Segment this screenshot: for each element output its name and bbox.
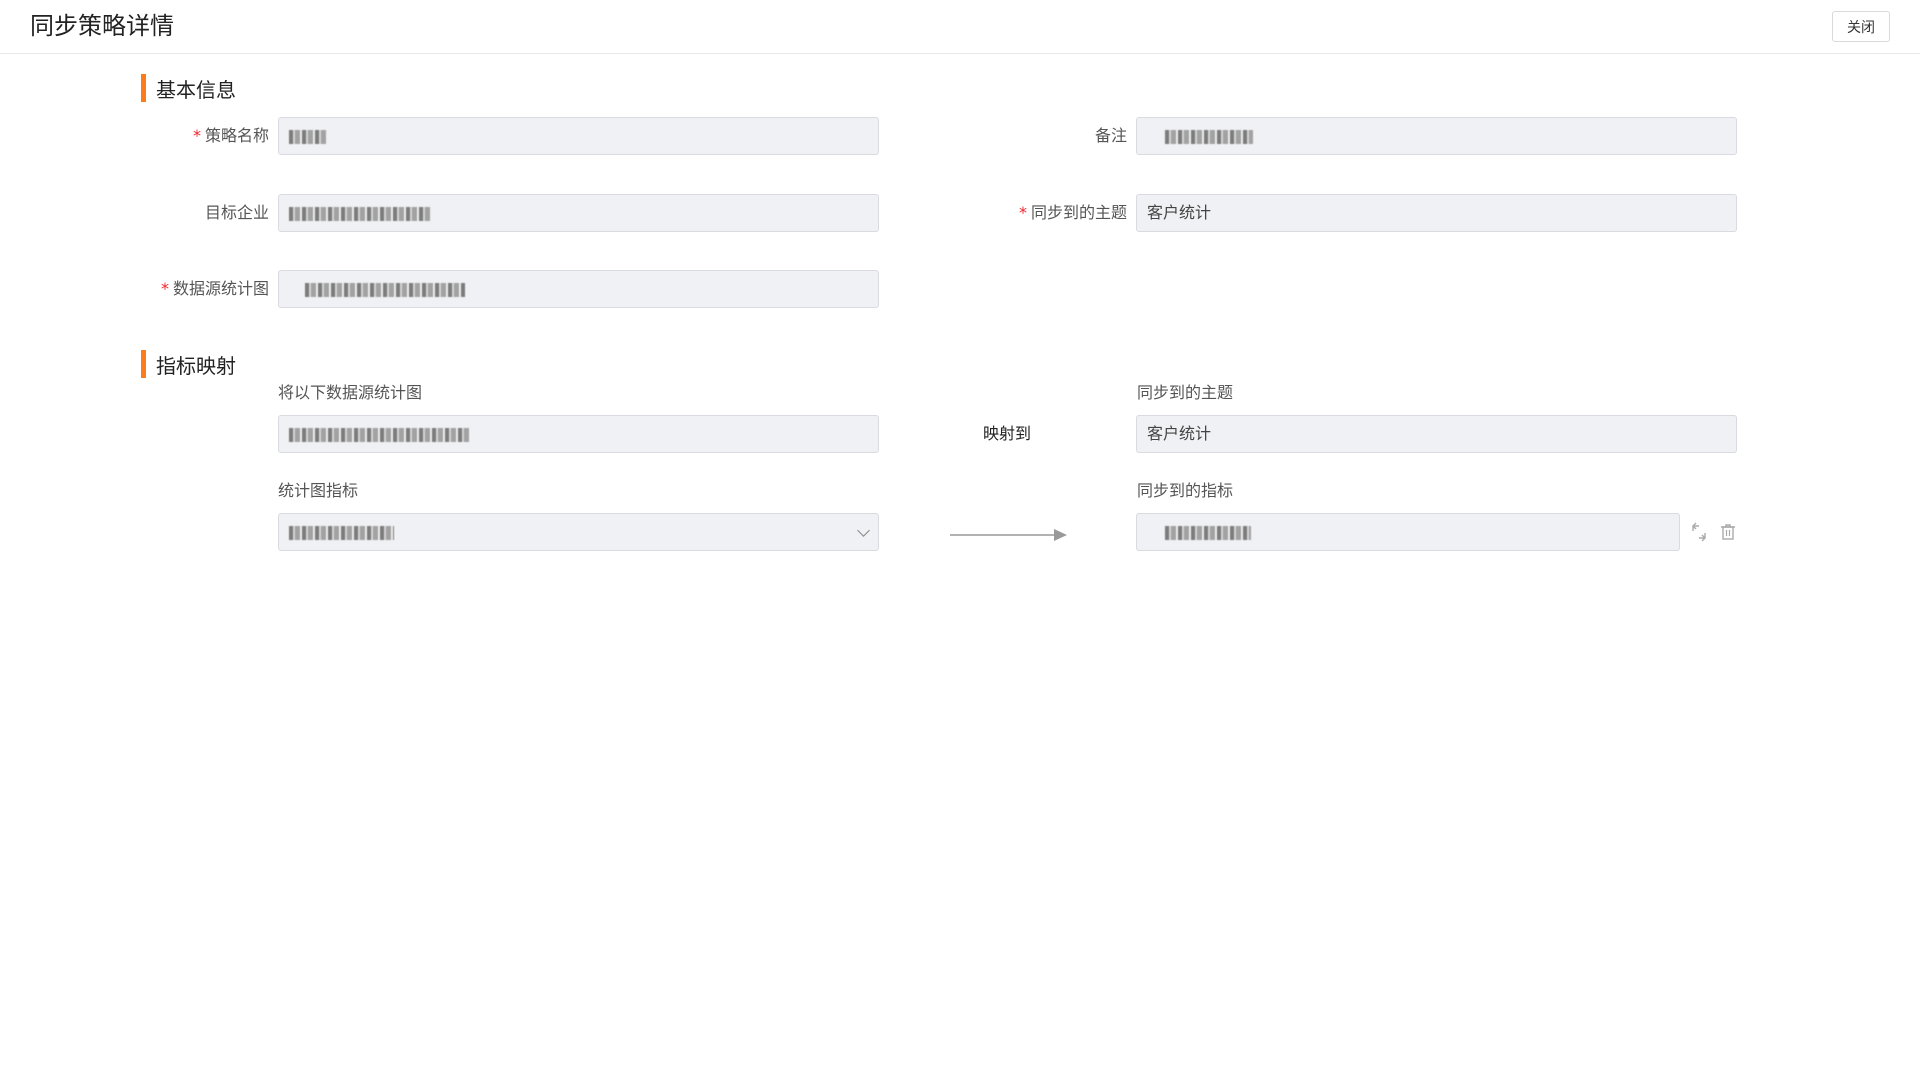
remark-label: 备注 — [1094, 126, 1127, 145]
data-source-chart-input[interactable] — [278, 270, 879, 308]
page-title: 同步策略详情 — [30, 12, 174, 40]
page-header: 同步策略详情 关闭 — [0, 0, 1920, 54]
required-mark: * — [192, 126, 201, 145]
target-company-input[interactable] — [278, 194, 879, 232]
section-metric-mapping: 指标映射 — [141, 350, 236, 378]
sync-topic-label: * 同步到的主题 — [1018, 203, 1127, 222]
target-topic-input[interactable]: 客户统计 — [1136, 415, 1737, 453]
source-chart-label: 将以下数据源统计图 — [278, 383, 423, 402]
close-button[interactable]: 关闭 — [1832, 11, 1890, 42]
section-title: 指标映射 — [156, 353, 236, 378]
switch-icon[interactable] — [1689, 522, 1709, 542]
required-mark: * — [1018, 203, 1027, 222]
source-chart-input[interactable] — [278, 415, 879, 453]
redacted-value — [289, 427, 469, 442]
chevron-down-icon — [857, 524, 870, 537]
map-to-label: 映射到 — [983, 424, 1032, 443]
redacted-value — [289, 525, 394, 540]
section-accent-bar — [141, 350, 146, 378]
arrow-right-icon — [950, 529, 1067, 541]
target-company-label: 目标企业 — [204, 203, 269, 222]
data-source-chart-label: * 数据源统计图 — [160, 279, 269, 298]
sync-topic-input[interactable]: 客户统计 — [1136, 194, 1737, 232]
target-topic-label: 同步到的主题 — [1137, 383, 1234, 402]
strategy-name-label: * 策略名称 — [192, 126, 269, 145]
section-basic-info: 基本信息 — [141, 74, 236, 102]
section-accent-bar — [141, 74, 146, 102]
remark-input[interactable] — [1136, 117, 1737, 155]
required-mark: * — [160, 279, 169, 298]
redacted-value — [1165, 129, 1253, 144]
target-metric-input[interactable] — [1136, 513, 1680, 551]
redacted-value — [305, 282, 465, 297]
section-title: 基本信息 — [156, 77, 236, 102]
strategy-name-input[interactable] — [278, 117, 879, 155]
redacted-value — [289, 206, 431, 221]
redacted-value — [1165, 525, 1251, 540]
chart-metric-label: 统计图指标 — [278, 481, 359, 500]
trash-icon[interactable] — [1718, 522, 1738, 542]
target-metric-label: 同步到的指标 — [1137, 481, 1234, 500]
redacted-value — [289, 129, 327, 144]
chart-metric-select[interactable] — [278, 513, 879, 551]
